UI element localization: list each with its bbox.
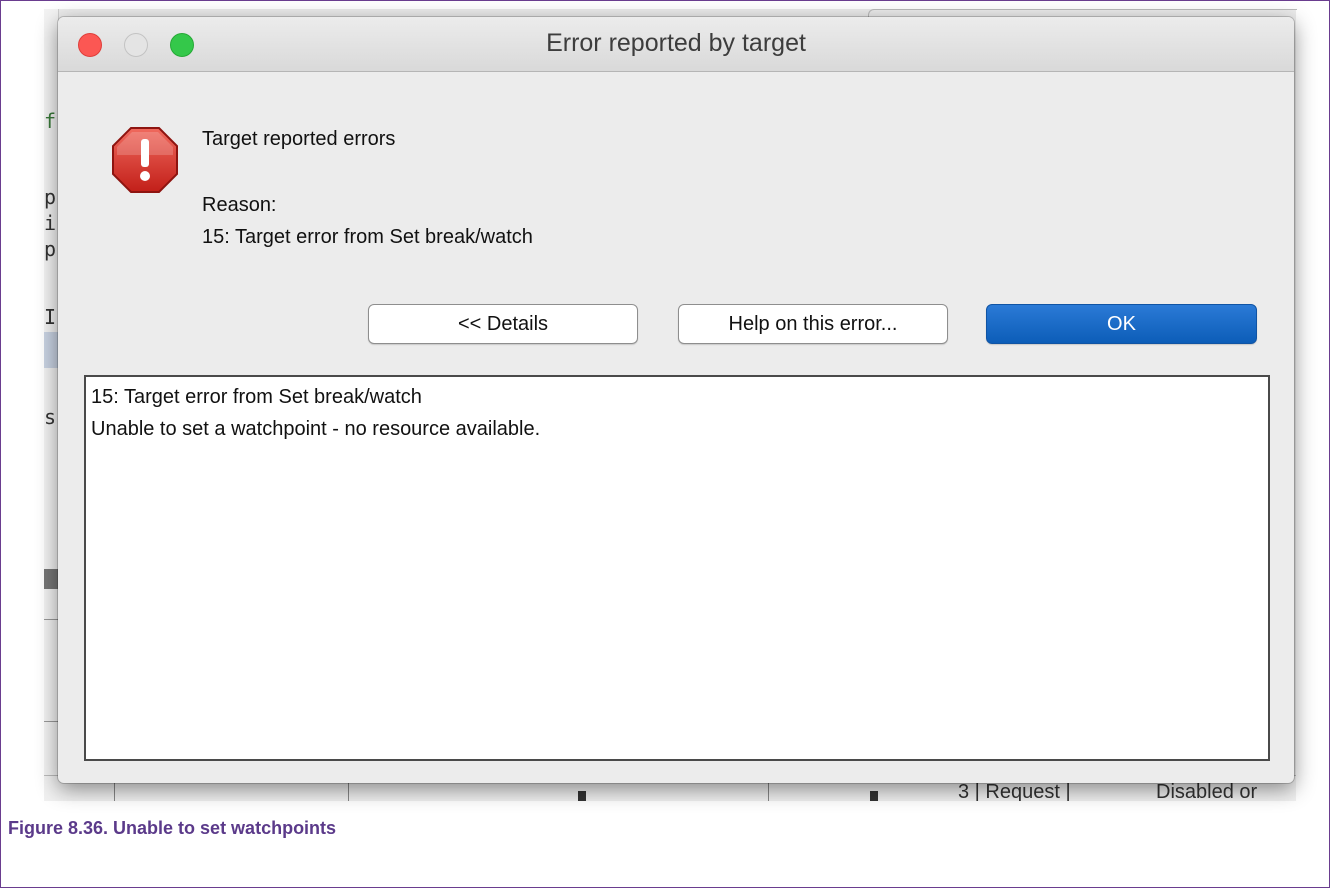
details-line: Unable to set a watchpoint - no resource…: [91, 418, 541, 440]
background-code-char: s: [44, 405, 57, 429]
figure-caption: Figure 8.36. Unable to set watchpoints: [8, 818, 337, 838]
background-code-char: I: [44, 305, 57, 329]
help-button[interactable]: Help on this error...: [678, 304, 948, 344]
background-selection: [44, 332, 58, 368]
details-text-area[interactable]: 15: Target error from Set break/watch Un…: [84, 375, 1270, 761]
reason-text: 15: Target error from Set break/watch: [202, 226, 533, 248]
error-heading: Target reported errors: [202, 128, 396, 150]
background-divider: [44, 619, 58, 620]
background-code-char: p: [44, 185, 57, 209]
ok-button[interactable]: OK: [986, 304, 1257, 344]
dialog-titlebar[interactable]: Error reported by target: [58, 17, 1294, 72]
background-code-char: p: [44, 237, 57, 261]
background-code-char: f: [44, 109, 57, 133]
background-divider: [44, 721, 58, 722]
background-code-char: i: [44, 211, 57, 235]
background-cell-marker: [578, 791, 586, 801]
dialog-title: Error reported by target: [546, 29, 806, 57]
error-dialog: Error reported by target Target reported…: [58, 17, 1294, 783]
reason-label: Reason:: [202, 194, 277, 216]
background-cell-marker: [870, 791, 878, 801]
details-line: 15: Target error from Set break/watch: [91, 386, 422, 408]
background-cell-text: 3 | Request |: [958, 781, 1071, 801]
background-splitter: [44, 569, 58, 589]
details-button[interactable]: << Details: [368, 304, 638, 344]
background-cell-text: Disabled or: [1156, 781, 1258, 801]
alert-icon: [112, 127, 178, 193]
